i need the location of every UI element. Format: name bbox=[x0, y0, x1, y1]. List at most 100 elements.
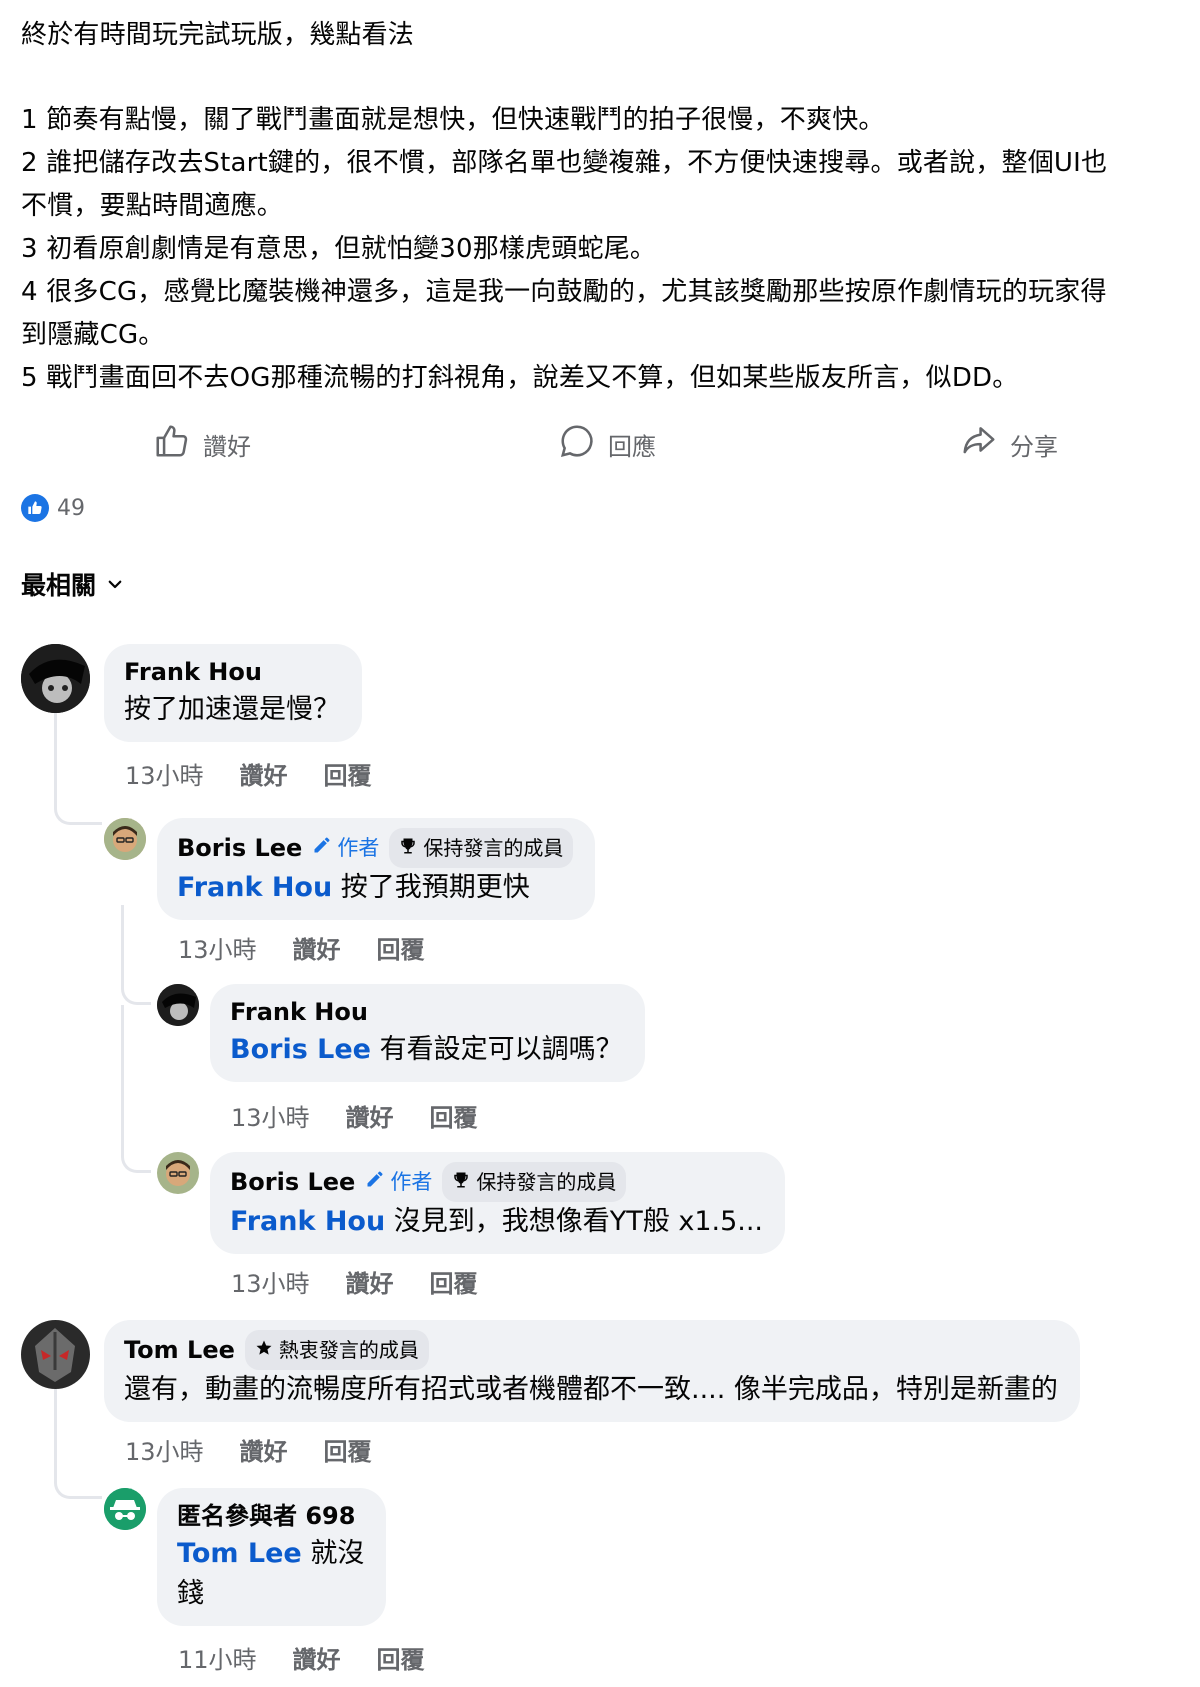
thread-connector bbox=[121, 905, 151, 1005]
mention-link[interactable]: Tom Lee bbox=[177, 1538, 302, 1569]
comment-text: Frank Hou 按了我預期更快 bbox=[177, 868, 573, 908]
trophy-icon bbox=[399, 830, 417, 866]
comment-time[interactable]: 11小時 bbox=[178, 1640, 257, 1675]
comment-bubble: Frank Hou 按了加速還是慢？ bbox=[104, 644, 362, 742]
comment-time[interactable]: 13小時 bbox=[125, 756, 204, 791]
comment-reply-button[interactable]: 回覆 bbox=[324, 1432, 372, 1467]
member-badge-label: 保持發言的成員 bbox=[476, 1170, 617, 1194]
commenter-name[interactable]: Frank Hou bbox=[124, 654, 340, 690]
commenter-name-text[interactable]: Frank Hou bbox=[124, 654, 262, 690]
thread-connector bbox=[54, 1380, 102, 1499]
chevron-down-icon bbox=[106, 570, 124, 599]
comment-text-body: 沒見到，我想像看YT般 x1.5... bbox=[385, 1206, 764, 1237]
comment-like-button[interactable]: 讚好 bbox=[346, 1264, 394, 1299]
comment-text-line2: 錢 bbox=[177, 1578, 204, 1609]
member-badge-label: 保持發言的成員 bbox=[423, 836, 564, 860]
comment-reply-button[interactable]: 回覆 bbox=[377, 1640, 425, 1675]
post-point: 2 誰把儲存改去Start鍵的，很不慣，部隊名單也變複雜，不方便快速搜尋。或者說… bbox=[21, 148, 1108, 178]
comment-time[interactable]: 13小時 bbox=[178, 930, 257, 965]
comment-like-button[interactable]: 讚好 bbox=[240, 1432, 288, 1467]
comment-like-button[interactable]: 讚好 bbox=[293, 930, 341, 965]
comment-bubble: Frank Hou Boris Lee 有看設定可以調嗎？ bbox=[210, 984, 645, 1082]
comment-sort-dropdown[interactable]: 最相關 bbox=[21, 566, 124, 602]
comment-time[interactable]: 13小時 bbox=[125, 1432, 204, 1467]
post-point: 3 初看原創劇情是有意思，但就怕變30那樣虎頭蛇尾。 bbox=[21, 234, 657, 264]
comment-reply-button[interactable]: 回覆 bbox=[430, 1264, 478, 1299]
avatar[interactable] bbox=[21, 644, 90, 713]
author-label: 作者 bbox=[337, 836, 380, 860]
post-point: 到隱藏CG。 bbox=[21, 320, 165, 350]
comment-text: 還有，動畫的流暢度所有招式或者機體都不一致.... 像半完成品，特別是新畫的 bbox=[124, 1374, 1058, 1405]
comment-bubble: Boris Lee 作者 保持發言的成員 Frank Hou 按了我預期更快 bbox=[157, 818, 596, 920]
share-button[interactable]: 分享 bbox=[960, 422, 1058, 466]
post-text: 終於有時間玩完試玩版，幾點看法 1 節奏有點慢，關了戰鬥畫面就是想快，但快速戰鬥… bbox=[21, 14, 1186, 400]
reaction-summary[interactable]: 49 bbox=[21, 494, 85, 522]
comment-meta: 13小時 讚好 回覆 bbox=[125, 1432, 372, 1467]
comment-bubble: 匿名參與者 698 Tom Lee 就沒 錢 bbox=[157, 1488, 387, 1626]
post-point: 不慣，要點時間適應。 bbox=[21, 191, 284, 221]
post-point: 4 很多CG，感覺比魔裝機神還多，這是我一向鼓勵的，尤其該獎勵那些按原作劇情玩的… bbox=[21, 277, 1107, 307]
thread-connector bbox=[54, 693, 102, 825]
member-badge: 保持發言的成員 bbox=[442, 1162, 627, 1202]
comment-text: Tom Lee 就沒 bbox=[177, 1534, 364, 1574]
comment-reply-button[interactable]: 回覆 bbox=[430, 1098, 478, 1133]
post-title: 終於有時間玩完試玩版，幾點看法 bbox=[21, 20, 415, 50]
comment-time[interactable]: 13小時 bbox=[231, 1098, 310, 1133]
commenter-header: Boris Lee 作者 保持發言的成員 bbox=[230, 1162, 763, 1202]
member-badge: 保持發言的成員 bbox=[389, 828, 574, 868]
pencil-icon bbox=[365, 1164, 385, 1200]
avatar[interactable] bbox=[157, 1152, 199, 1194]
comment-like-button[interactable]: 讚好 bbox=[346, 1098, 394, 1133]
commenter-name-text[interactable]: Frank Hou bbox=[230, 994, 368, 1030]
comment-time[interactable]: 13小時 bbox=[231, 1264, 310, 1299]
reply-button[interactable]: 回應 bbox=[558, 422, 656, 466]
mention-link[interactable]: Boris Lee bbox=[230, 1034, 371, 1065]
comment-meta: 13小時 讚好 回覆 bbox=[178, 930, 425, 965]
commenter-name[interactable]: 匿名參與者 698 bbox=[177, 1498, 364, 1534]
commenter-header: Tom Lee 熱衷發言的成員 bbox=[124, 1330, 1058, 1370]
share-label: 分享 bbox=[1010, 432, 1058, 461]
commenter-name[interactable]: Tom Lee bbox=[124, 1332, 235, 1368]
reply-label: 回應 bbox=[608, 432, 656, 461]
comment-meta: 13小時 讚好 回覆 bbox=[231, 1098, 478, 1133]
author-tag: 作者 bbox=[312, 830, 379, 866]
sort-label: 最相關 bbox=[21, 571, 97, 600]
author-label: 作者 bbox=[390, 1170, 433, 1194]
comment-like-button[interactable]: 讚好 bbox=[240, 756, 288, 791]
comment-reply-button[interactable]: 回覆 bbox=[324, 756, 372, 791]
like-label: 讚好 bbox=[203, 432, 251, 461]
member-badge: 熱衷發言的成員 bbox=[244, 1330, 429, 1370]
mention-link[interactable]: Frank Hou bbox=[177, 872, 332, 903]
comment-text-body: 按了我預期更快 bbox=[332, 872, 530, 903]
share-arrow-icon bbox=[960, 422, 998, 466]
comment-bubble: Tom Lee 熱衷發言的成員 還有，動畫的流暢度所有招式或者機體都不一致...… bbox=[104, 1320, 1080, 1422]
anonymous-avatar-icon[interactable] bbox=[104, 1488, 146, 1530]
comment-meta: 13小時 讚好 回覆 bbox=[231, 1264, 478, 1299]
avatar[interactable] bbox=[104, 818, 146, 860]
comment-like-button[interactable]: 讚好 bbox=[293, 1640, 341, 1675]
comment-text: 按了加速還是慢？ bbox=[124, 694, 340, 725]
commenter-name[interactable]: Boris Lee bbox=[230, 1164, 355, 1200]
avatar[interactable] bbox=[157, 984, 199, 1026]
like-button[interactable]: 讚好 bbox=[153, 422, 251, 466]
comment-bubble-icon bbox=[558, 422, 596, 466]
comment-reply-button[interactable]: 回覆 bbox=[377, 930, 425, 965]
commenter-name[interactable]: Frank Hou bbox=[230, 994, 623, 1030]
pencil-icon bbox=[312, 830, 332, 866]
comment-text-body: 就沒 bbox=[301, 1538, 365, 1569]
thumbs-up-icon bbox=[153, 422, 191, 466]
member-badge-label: 熱衷發言的成員 bbox=[278, 1338, 419, 1362]
comment-text: Frank Hou 沒見到，我想像看YT般 x1.5... bbox=[230, 1202, 763, 1242]
avatar[interactable] bbox=[21, 1320, 90, 1389]
trophy-icon bbox=[452, 1164, 470, 1200]
comment-meta: 11小時 讚好 回覆 bbox=[178, 1640, 425, 1675]
commenter-name[interactable]: Boris Lee bbox=[177, 830, 302, 866]
thread-connector bbox=[121, 1005, 151, 1173]
author-tag: 作者 bbox=[365, 1164, 432, 1200]
post-point: 5 戰鬥畫面回不去OG那種流暢的打斜視角，說差又不算，但如某些版友所言，似DD。 bbox=[21, 363, 1019, 393]
comment-text-body: 有看設定可以調嗎？ bbox=[371, 1034, 623, 1065]
commenter-header: Boris Lee 作者 保持發言的成員 bbox=[177, 828, 574, 868]
mention-link[interactable]: Frank Hou bbox=[230, 1206, 385, 1237]
post-point: 1 節奏有點慢，關了戰鬥畫面就是想快，但快速戰鬥的拍子很慢，不爽快。 bbox=[21, 105, 885, 135]
commenter-name-text[interactable]: 匿名參與者 698 bbox=[177, 1498, 355, 1534]
